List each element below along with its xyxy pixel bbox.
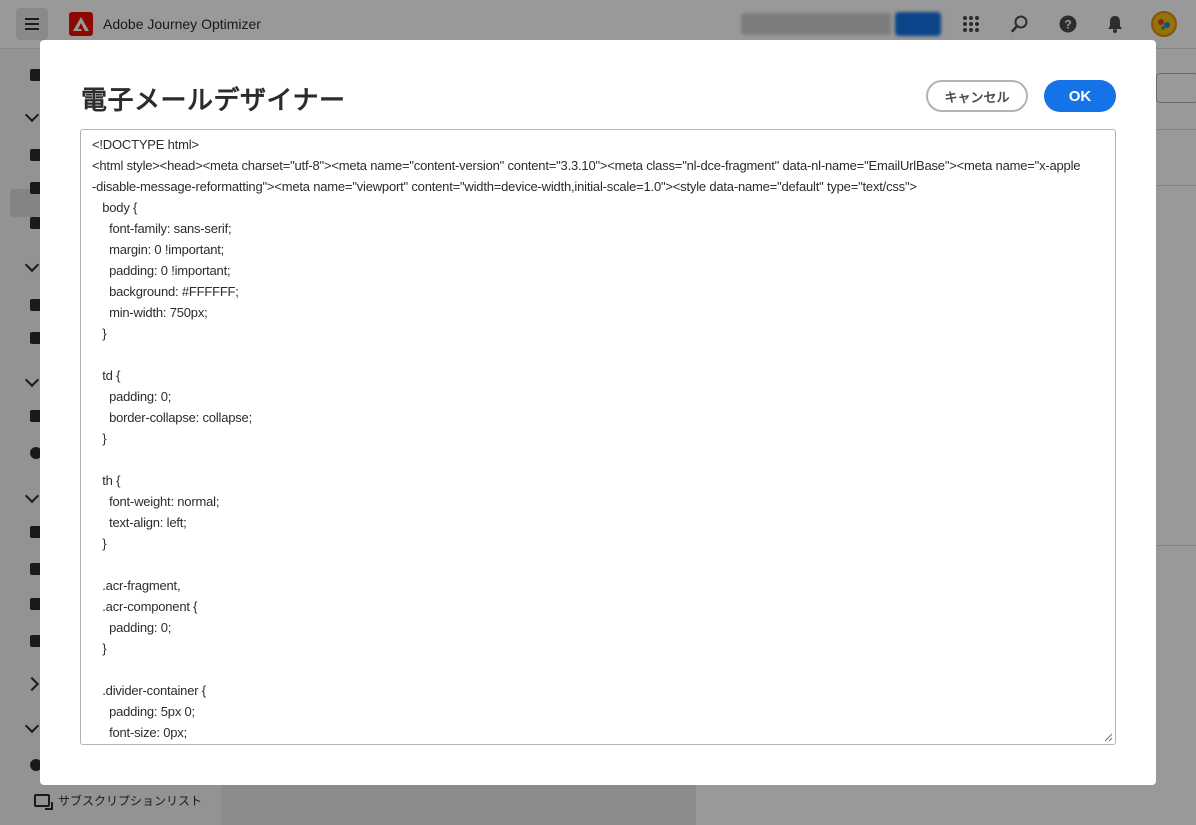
cancel-button[interactable]: キャンセル	[926, 80, 1028, 112]
dialog-title: 電子メールデザイナー	[81, 86, 346, 116]
resize-handle-icon[interactable]	[1104, 733, 1113, 742]
app-root: Adobe Journey Optimizer ? サブスクリプションリスト 電…	[0, 0, 1196, 825]
ok-button[interactable]: OK	[1044, 80, 1116, 112]
email-designer-dialog: 電子メールデザイナー キャンセル OK <!DOCTYPE html> <htm…	[40, 40, 1156, 785]
html-code-editor[interactable]: <!DOCTYPE html> <html style><head><meta …	[80, 129, 1116, 745]
html-code-text[interactable]: <!DOCTYPE html> <html style><head><meta …	[92, 134, 1082, 743]
